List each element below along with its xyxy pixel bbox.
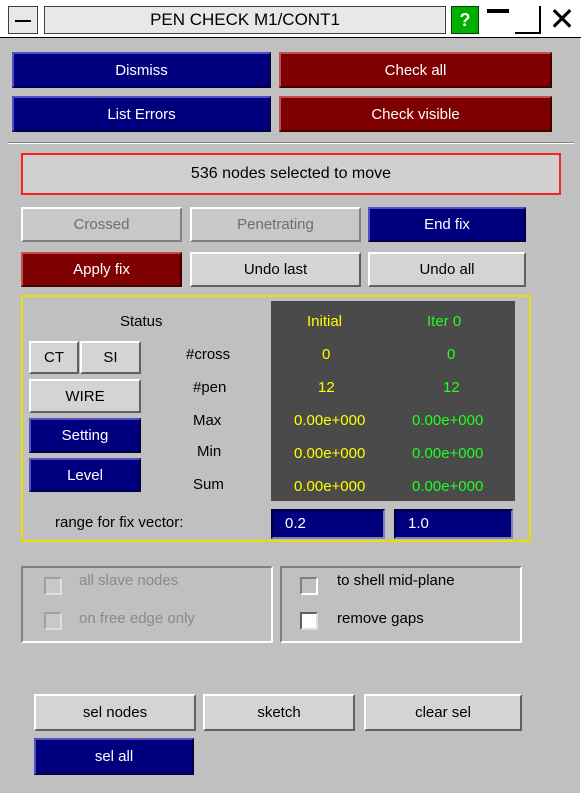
range-max-field[interactable]: 1.0 [394, 509, 513, 539]
initial-pen-value: 12 [318, 379, 335, 396]
level-button[interactable]: Level [29, 458, 141, 492]
check-all-button[interactable]: Check all [279, 52, 552, 88]
sel-nodes-button[interactable]: sel nodes [34, 694, 196, 731]
window-title: PEN CHECK M1/CONT1 [44, 6, 446, 34]
iter-pen-value: 12 [443, 379, 460, 396]
maximize-icon[interactable] [515, 6, 541, 34]
ct-button[interactable]: CT [29, 341, 79, 374]
row-label-cross: #cross [186, 346, 231, 363]
check-visible-button[interactable]: Check visible [279, 96, 552, 132]
help-icon[interactable]: ? [451, 6, 479, 34]
sel-all-button[interactable]: sel all [34, 738, 194, 775]
status-message: 536 nodes selected to move [21, 153, 561, 195]
separator [8, 142, 574, 144]
range-min-field[interactable]: 0.2 [271, 509, 385, 539]
initial-cross-value: 0 [322, 346, 331, 363]
setting-button[interactable]: Setting [29, 418, 141, 453]
range-label: range for fix vector: [55, 514, 184, 531]
to-shell-mid-plane-checkbox[interactable] [300, 577, 318, 595]
status-heading: Status [120, 313, 163, 330]
close-icon[interactable]: ✕ [545, 2, 579, 36]
crossed-button[interactable]: Crossed [21, 207, 182, 242]
minimize-icon[interactable] [485, 6, 511, 34]
remove-gaps-checkbox[interactable] [300, 612, 318, 630]
initial-min-value: 0.00e+000 [294, 445, 366, 462]
iter-max-value: 0.00e+000 [412, 412, 484, 429]
initial-max-value: 0.00e+000 [294, 412, 366, 429]
remove-gaps-label: remove gaps [337, 610, 424, 627]
pen-check-window: PEN CHECK M1/CONT1 ? ✕ Dismiss Check all… [0, 0, 581, 793]
row-label-sum: Sum [193, 476, 224, 493]
title-bar: PEN CHECK M1/CONT1 ? ✕ [0, 0, 581, 38]
iter-sum-value: 0.00e+000 [412, 478, 484, 495]
on-free-edge-only-label: on free edge only [79, 610, 195, 627]
initial-sum-value: 0.00e+000 [294, 478, 366, 495]
sketch-button[interactable]: sketch [203, 694, 355, 731]
row-label-pen: #pen [193, 379, 227, 396]
end-fix-button[interactable]: End fix [368, 207, 526, 242]
initial-column-header: Initial [307, 313, 343, 330]
row-label-max: Max [193, 412, 222, 429]
clear-sel-button[interactable]: clear sel [364, 694, 522, 731]
penetrating-button[interactable]: Penetrating [190, 207, 361, 242]
apply-fix-button[interactable]: Apply fix [21, 252, 182, 287]
wire-button[interactable]: WIRE [29, 379, 141, 413]
to-shell-mid-plane-label: to shell mid-plane [337, 572, 455, 589]
si-button[interactable]: SI [80, 341, 141, 374]
list-errors-button[interactable]: List Errors [12, 96, 271, 132]
status-values-panel [271, 301, 515, 501]
all-slave-nodes-label: all slave nodes [79, 572, 179, 589]
row-label-min: Min [197, 443, 222, 460]
all-slave-nodes-checkbox[interactable] [44, 577, 62, 595]
iter-min-value: 0.00e+000 [412, 445, 484, 462]
undo-last-button[interactable]: Undo last [190, 252, 361, 287]
iter-column-header: Iter 0 [427, 313, 462, 330]
window-menu-icon[interactable] [8, 6, 38, 34]
dismiss-button[interactable]: Dismiss [12, 52, 271, 88]
on-free-edge-only-checkbox[interactable] [44, 612, 62, 630]
iter-cross-value: 0 [447, 346, 456, 363]
undo-all-button[interactable]: Undo all [368, 252, 526, 287]
